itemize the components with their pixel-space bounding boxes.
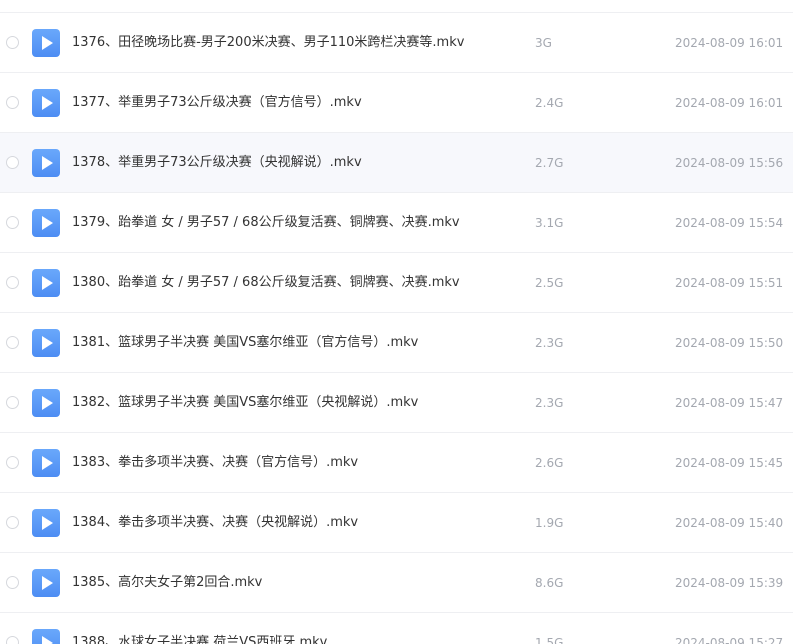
file-list: 1376、田径晚场比赛-男子200米决赛、男子110米跨栏决赛等.mkv 3G …	[0, 0, 793, 644]
row-select-checkbox[interactable]	[6, 636, 19, 644]
file-row[interactable]: 1379、跆拳道 女 / 男子57 / 68公斤级复活赛、铜牌赛、决赛.mkv …	[0, 193, 793, 253]
file-row[interactable]: 1377、举重男子73公斤级决赛（官方信号）.mkv 2.4G 2024-08-…	[0, 73, 793, 133]
file-modified-date: 2024-08-09 15:50	[675, 336, 784, 350]
file-modified-date: 2024-08-09 15:39	[675, 576, 784, 590]
file-row[interactable]: 1381、篮球男子半决赛 美国VS塞尔维亚（官方信号）.mkv 2.3G 202…	[0, 313, 793, 373]
file-modified-date: 2024-08-09 15:51	[675, 276, 784, 290]
file-size: 2.7G	[535, 156, 564, 170]
file-row[interactable]: 1378、举重男子73公斤级决赛（央视解说）.mkv 2.7G 2024-08-…	[0, 133, 793, 193]
file-name[interactable]: 1383、拳击多项半决赛、决赛（官方信号）.mkv	[72, 454, 358, 472]
video-play-icon	[32, 329, 60, 357]
video-play-icon	[32, 149, 60, 177]
file-size: 8.6G	[535, 576, 564, 590]
file-modified-date: 2024-08-09 15:54	[675, 216, 784, 230]
row-select-checkbox[interactable]	[6, 276, 19, 289]
video-play-icon	[32, 209, 60, 237]
file-modified-date: 2024-08-09 16:01	[675, 36, 784, 50]
video-play-icon	[32, 29, 60, 57]
file-name[interactable]: 1379、跆拳道 女 / 男子57 / 68公斤级复活赛、铜牌赛、决赛.mkv	[72, 214, 460, 232]
video-play-icon	[32, 269, 60, 297]
file-name[interactable]: 1388、水球女子半决赛 荷兰VS西班牙.mkv	[72, 634, 327, 644]
file-name[interactable]: 1382、篮球男子半决赛 美国VS塞尔维亚（央视解说）.mkv	[72, 394, 418, 412]
file-row[interactable]: 1388、水球女子半决赛 荷兰VS西班牙.mkv 1.5G 2024-08-09…	[0, 613, 793, 644]
video-play-icon	[32, 509, 60, 537]
row-select-checkbox[interactable]	[6, 456, 19, 469]
row-select-checkbox[interactable]	[6, 516, 19, 529]
file-row[interactable]: 1376、田径晚场比赛-男子200米决赛、男子110米跨栏决赛等.mkv 3G …	[0, 13, 793, 73]
row-select-checkbox[interactable]	[6, 96, 19, 109]
file-name[interactable]: 1384、拳击多项半决赛、决赛（央视解说）.mkv	[72, 514, 358, 532]
file-row[interactable]: 1385、高尔夫女子第2回合.mkv 8.6G 2024-08-09 15:39	[0, 553, 793, 613]
video-play-icon	[32, 629, 60, 644]
file-modified-date: 2024-08-09 15:40	[675, 516, 784, 530]
file-size: 2.5G	[535, 276, 564, 290]
file-size: 1.5G	[535, 636, 564, 644]
file-size: 2.6G	[535, 456, 564, 470]
file-size: 2.4G	[535, 96, 564, 110]
file-name[interactable]: 1377、举重男子73公斤级决赛（官方信号）.mkv	[72, 94, 362, 112]
row-select-checkbox[interactable]	[6, 396, 19, 409]
video-play-icon	[32, 449, 60, 477]
file-size: 2.3G	[535, 336, 564, 350]
file-name[interactable]: 1380、跆拳道 女 / 男子57 / 68公斤级复活赛、铜牌赛、决赛.mkv	[72, 274, 460, 292]
file-row[interactable]: 1382、篮球男子半决赛 美国VS塞尔维亚（央视解说）.mkv 2.3G 202…	[0, 373, 793, 433]
file-name[interactable]: 1381、篮球男子半决赛 美国VS塞尔维亚（官方信号）.mkv	[72, 334, 418, 352]
file-size: 1.9G	[535, 516, 564, 530]
file-name[interactable]: 1385、高尔夫女子第2回合.mkv	[72, 574, 262, 592]
video-play-icon	[32, 389, 60, 417]
row-select-checkbox[interactable]	[6, 336, 19, 349]
row-select-checkbox[interactable]	[6, 576, 19, 589]
file-row[interactable]: 1380、跆拳道 女 / 男子57 / 68公斤级复活赛、铜牌赛、决赛.mkv …	[0, 253, 793, 313]
file-size: 3G	[535, 36, 552, 50]
file-row[interactable]: 1383、拳击多项半决赛、决赛（官方信号）.mkv 2.6G 2024-08-0…	[0, 433, 793, 493]
file-row[interactable]: 1384、拳击多项半决赛、决赛（央视解说）.mkv 1.9G 2024-08-0…	[0, 493, 793, 553]
file-name[interactable]: 1376、田径晚场比赛-男子200米决赛、男子110米跨栏决赛等.mkv	[72, 34, 464, 52]
file-modified-date: 2024-08-09 16:01	[675, 96, 784, 110]
row-select-checkbox[interactable]	[6, 156, 19, 169]
file-modified-date: 2024-08-09 15:27	[675, 636, 784, 644]
file-size: 3.1G	[535, 216, 564, 230]
video-play-icon	[32, 569, 60, 597]
file-modified-date: 2024-08-09 15:47	[675, 396, 784, 410]
file-size: 2.3G	[535, 396, 564, 410]
video-play-icon	[32, 89, 60, 117]
file-name[interactable]: 1378、举重男子73公斤级决赛（央视解说）.mkv	[72, 154, 362, 172]
row-select-checkbox[interactable]	[6, 216, 19, 229]
row-select-checkbox[interactable]	[6, 36, 19, 49]
file-modified-date: 2024-08-09 15:45	[675, 456, 784, 470]
file-modified-date: 2024-08-09 15:56	[675, 156, 784, 170]
